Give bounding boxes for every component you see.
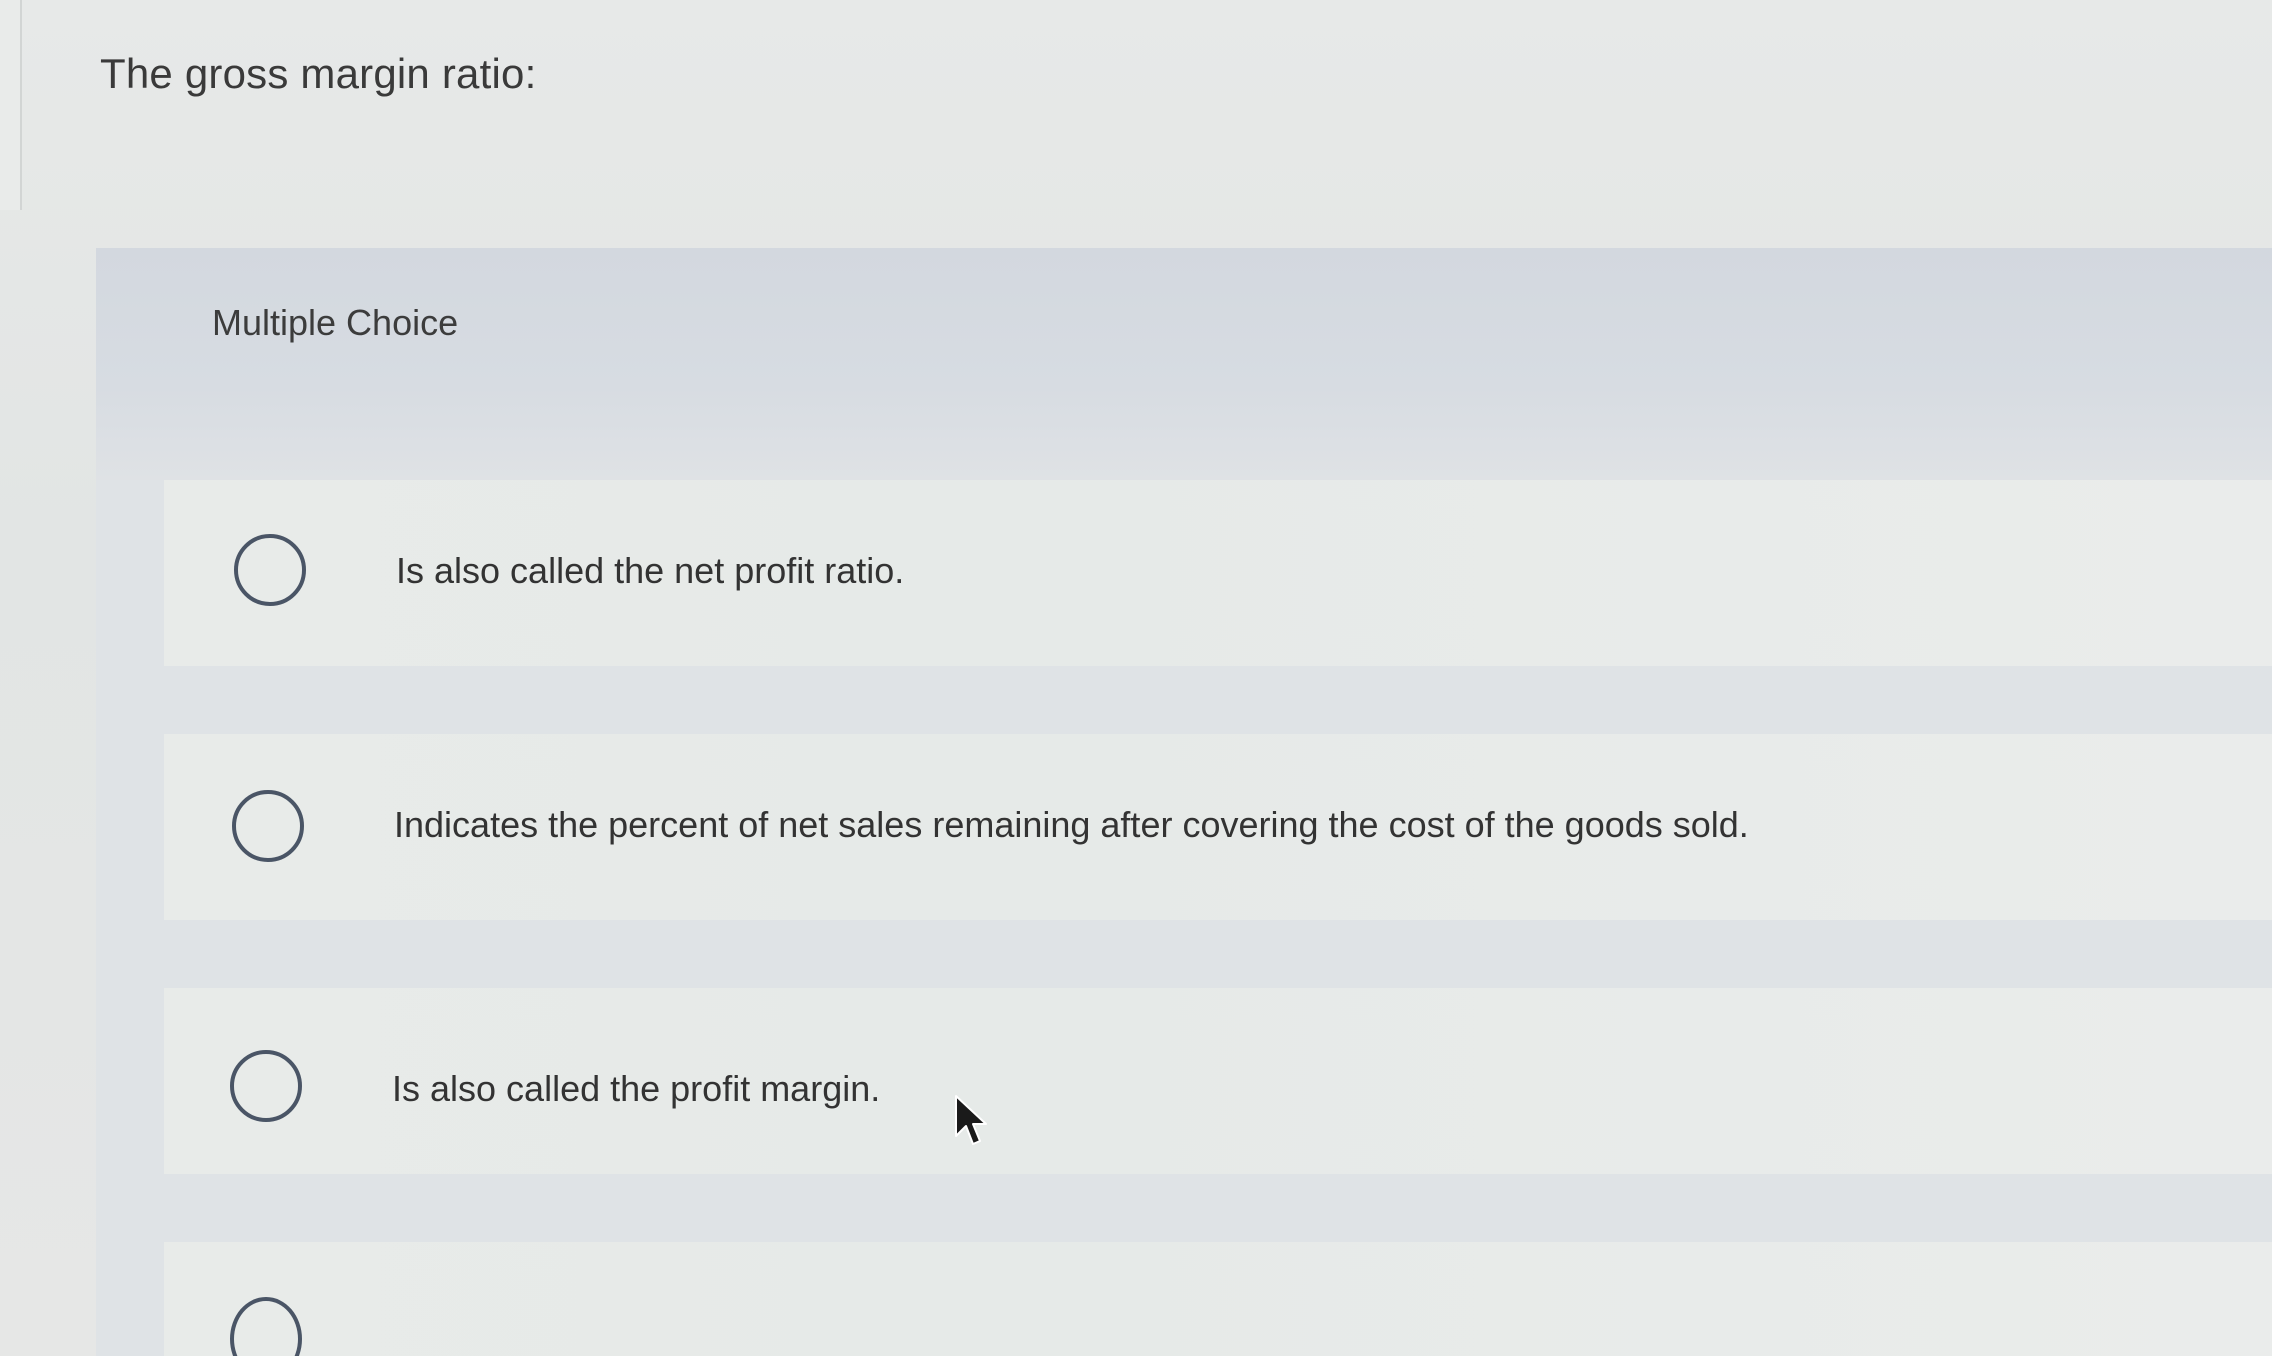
quiz-page: The gross margin ratio: Multiple Choice … [0, 0, 2272, 1356]
radio-circle-icon[interactable] [230, 1297, 302, 1356]
left-panel-edge [0, 0, 22, 210]
radio-circle-icon[interactable] [232, 790, 304, 862]
mouse-pointer-icon [955, 1095, 987, 1145]
choice-label[interactable]: Is also called the net profit ratio. [396, 550, 904, 592]
multiple-choice-label: Multiple Choice [212, 302, 459, 343]
choice-option-4[interactable] [164, 1242, 2272, 1356]
choice-label[interactable]: Indicates the percent of net sales remai… [394, 804, 1749, 846]
question-text: The gross margin ratio: [100, 50, 537, 97]
choice-option-3[interactable]: Is also called the profit margin. [164, 988, 2272, 1174]
radio-circle-icon[interactable] [234, 534, 306, 606]
choice-option-2[interactable]: Indicates the percent of net sales remai… [164, 734, 2272, 920]
multiple-choice-header: Multiple Choice [96, 248, 2272, 480]
choice-option-1[interactable]: Is also called the net profit ratio. [164, 480, 2272, 666]
radio-circle-icon[interactable] [230, 1050, 302, 1122]
choices-list: Is also called the net profit ratio. Ind… [96, 480, 2272, 1356]
choice-label[interactable]: Is also called the profit margin. [392, 1068, 880, 1110]
